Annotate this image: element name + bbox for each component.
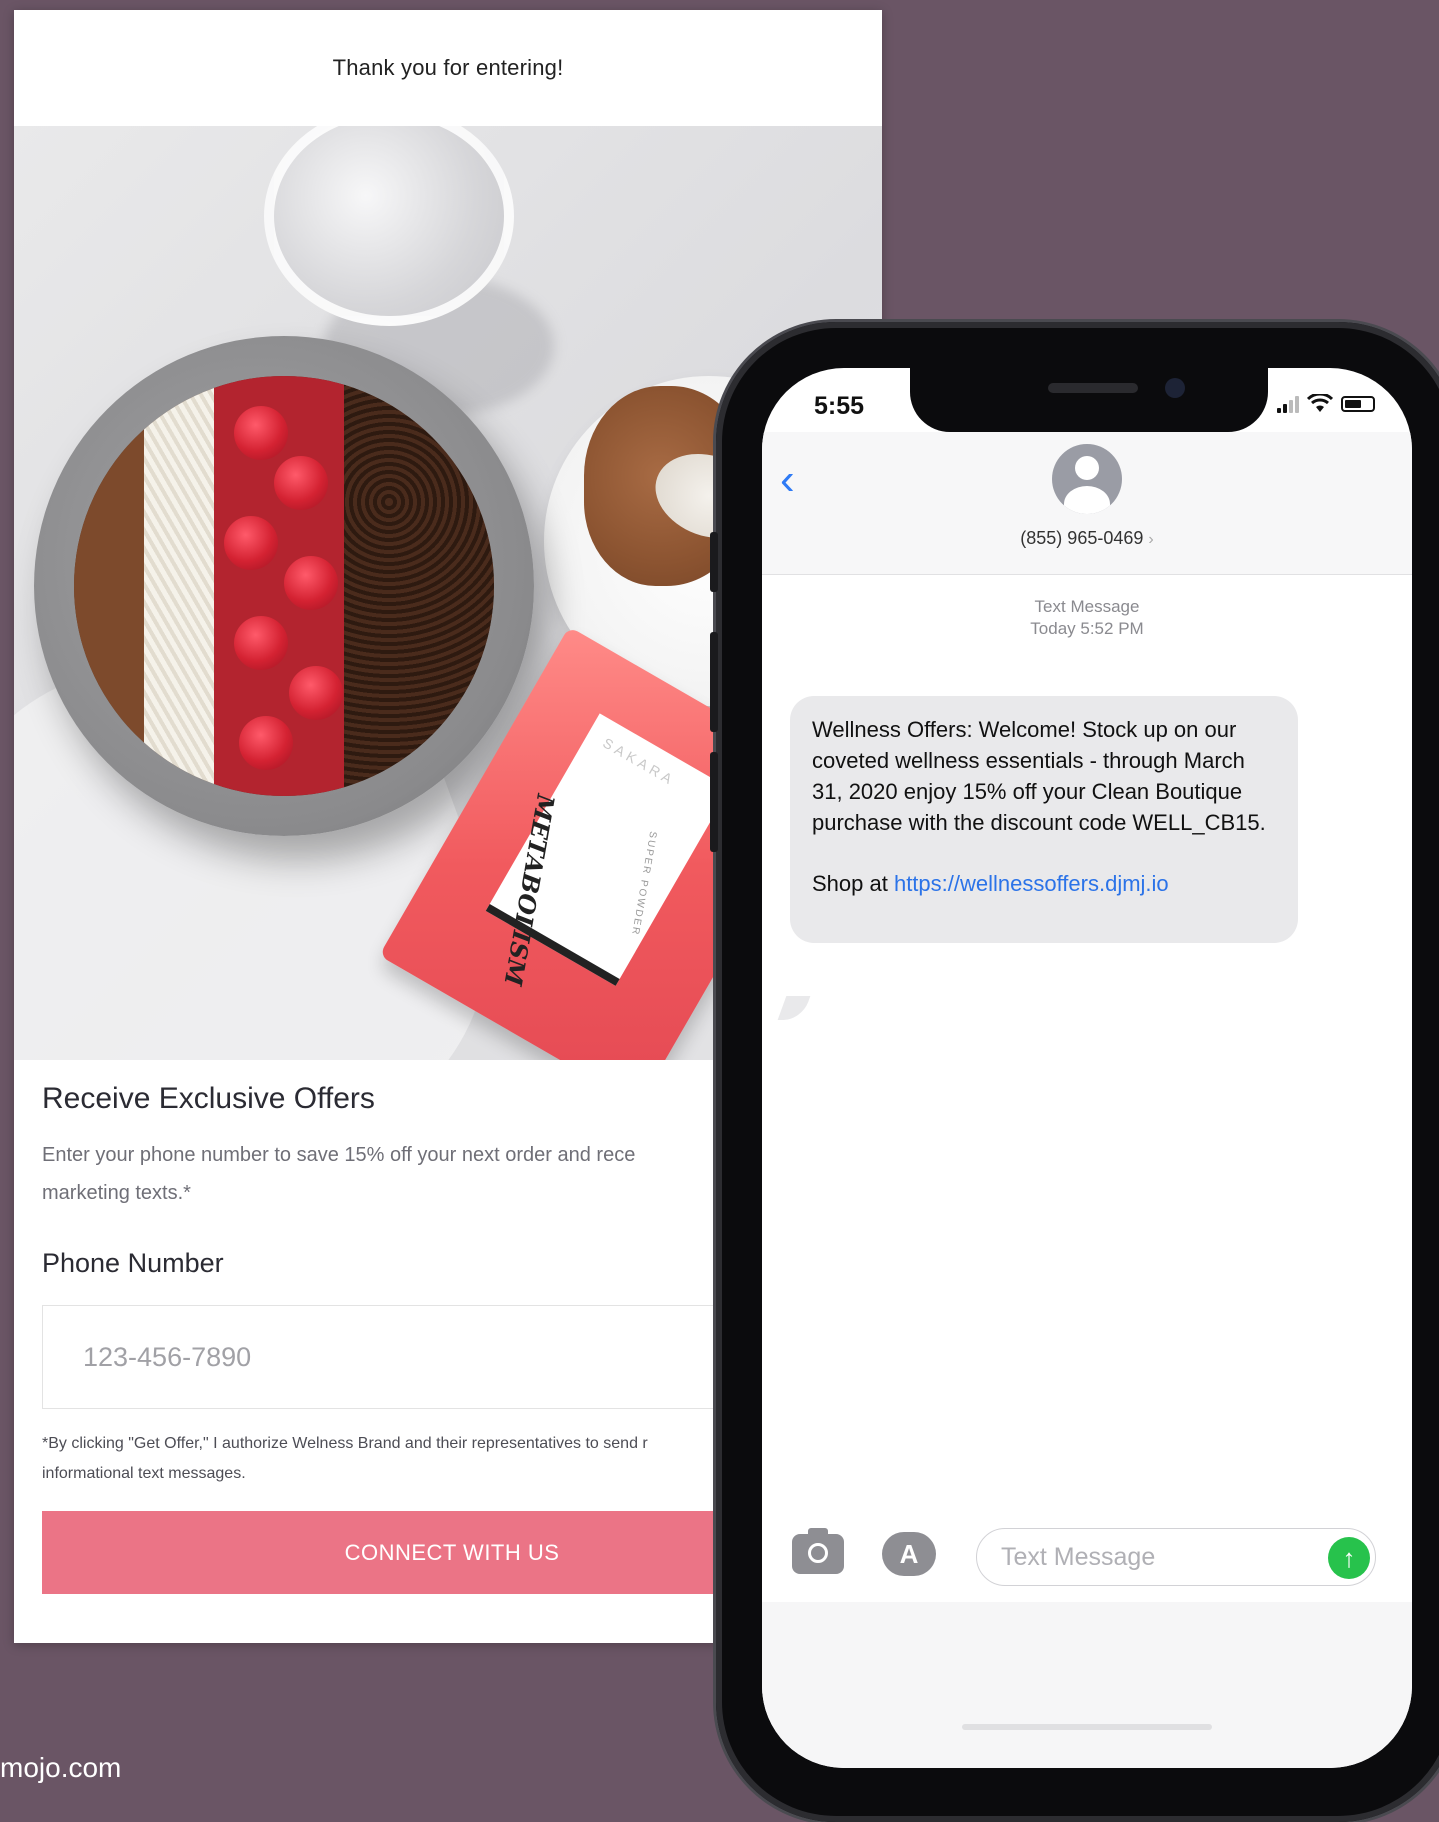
volume-up-button bbox=[710, 632, 718, 732]
shop-line: Shop at https://wellnessoffers.djmj.io bbox=[812, 868, 1276, 899]
cacao-nibs-stripe bbox=[344, 376, 494, 796]
phone-mockup: 5:55 ‹ (855) 965-0469 › Text Message Tod… bbox=[710, 322, 1439, 1822]
speaker bbox=[1048, 383, 1138, 393]
message-text: Wellness Offers: Welcome! Stock up on ou… bbox=[812, 717, 1266, 835]
raspberry bbox=[274, 456, 328, 510]
avatar[interactable] bbox=[1052, 444, 1122, 514]
coconut-stripe bbox=[144, 376, 214, 796]
battery-icon bbox=[1341, 396, 1375, 412]
volume-down-button bbox=[710, 752, 718, 852]
smoothie-bowl bbox=[34, 336, 534, 836]
message-type: Text Message bbox=[1034, 597, 1140, 616]
front-camera bbox=[1165, 378, 1185, 398]
conversation-header: ‹ (855) 965-0469 › bbox=[762, 432, 1412, 575]
message-meta: Text Message Today 5:52 PM bbox=[762, 596, 1412, 640]
thank-you-title: Thank you for entering! bbox=[332, 55, 564, 80]
bowl-contents bbox=[74, 376, 494, 796]
chocolate-stripe bbox=[74, 376, 144, 796]
packet-brand: SAKARA bbox=[600, 734, 679, 789]
chevron-right-icon: › bbox=[1148, 531, 1154, 548]
send-arrow-icon[interactable]: ↑ bbox=[1328, 1537, 1370, 1579]
packet-subtitle: SUPER POWDER bbox=[628, 830, 659, 937]
chevron-left-icon[interactable]: ‹ bbox=[780, 458, 810, 502]
bubble-tail bbox=[777, 996, 811, 1020]
notch bbox=[910, 368, 1268, 432]
shop-link[interactable]: https://wellnessoffers.djmj.io bbox=[894, 871, 1169, 896]
packet-label: SAKARA METABOLISM SUPER POWDER bbox=[485, 713, 730, 988]
site-watermark: mojo.com bbox=[0, 1752, 122, 1783]
packet-title: METABOLISM bbox=[498, 792, 561, 988]
signal-icon bbox=[1277, 395, 1299, 413]
shop-prefix: Shop at bbox=[812, 871, 894, 896]
message-bubble: Wellness Offers: Welcome! Stock up on ou… bbox=[790, 696, 1298, 943]
contact-number-text: (855) 965-0469 bbox=[1020, 528, 1144, 548]
app-tray bbox=[762, 1602, 1412, 1768]
status-time: 5:55 bbox=[814, 392, 865, 420]
camera-icon[interactable] bbox=[792, 1528, 844, 1574]
status-icons bbox=[1277, 394, 1375, 414]
raspberry bbox=[224, 516, 278, 570]
raspberry bbox=[234, 406, 288, 460]
contact-number[interactable]: (855) 965-0469 › bbox=[762, 528, 1412, 549]
mute-switch bbox=[710, 532, 718, 592]
wifi-icon bbox=[1307, 394, 1333, 412]
message-input-bar: A ↑ bbox=[762, 1518, 1412, 1598]
message-timestamp: Today 5:52 PM bbox=[1030, 619, 1144, 638]
home-indicator[interactable] bbox=[962, 1724, 1212, 1730]
raspberry bbox=[289, 666, 343, 720]
phone-screen: 5:55 ‹ (855) 965-0469 › Text Message Tod… bbox=[762, 368, 1412, 1768]
message-input[interactable] bbox=[976, 1528, 1376, 1586]
raspberry bbox=[284, 556, 338, 610]
raspberry bbox=[234, 616, 288, 670]
app-store-icon[interactable]: A bbox=[882, 1532, 936, 1576]
raspberry bbox=[239, 716, 293, 770]
